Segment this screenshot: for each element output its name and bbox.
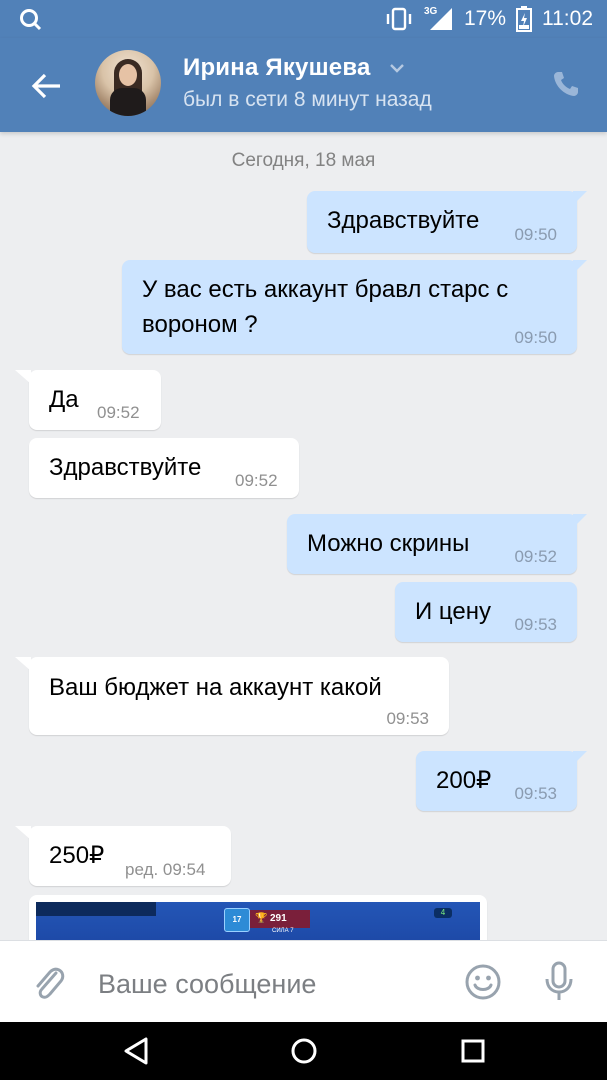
gem-count: 4 bbox=[434, 908, 452, 918]
system-navigation-bar bbox=[0, 1022, 607, 1080]
paperclip-icon[interactable] bbox=[30, 963, 66, 1003]
trophy-count: 🏆 291 bbox=[250, 910, 310, 928]
message-time: 09:53 bbox=[514, 615, 557, 634]
status-bar: 3G 17% 11:02 bbox=[0, 0, 607, 38]
message-text: И цену bbox=[415, 598, 491, 625]
message-text: Здравствуйте bbox=[49, 454, 202, 481]
message-outgoing[interactable]: Можно скрины 09:52 bbox=[287, 514, 587, 574]
trophy-value: 291 bbox=[270, 913, 287, 924]
vibrate-icon bbox=[386, 7, 412, 31]
message-text: Здравствуйте bbox=[327, 207, 480, 234]
power-label: СИЛА 7 bbox=[272, 928, 294, 934]
microphone-icon[interactable] bbox=[544, 961, 574, 1003]
message-text: 250₽ bbox=[49, 842, 105, 869]
nav-recents-icon[interactable] bbox=[456, 1034, 490, 1068]
search-icon bbox=[20, 9, 42, 31]
message-time: 09:50 bbox=[514, 225, 557, 244]
message-incoming[interactable]: 250₽ ред. 09:54 bbox=[15, 826, 231, 886]
avatar[interactable] bbox=[95, 50, 161, 116]
message-input[interactable] bbox=[96, 963, 440, 1005]
message-incoming[interactable]: Здравствуйте 09:52 bbox=[29, 438, 299, 498]
message-outgoing[interactable]: И цену 09:53 bbox=[395, 582, 577, 642]
message-edited-time: ред. 09:54 bbox=[125, 860, 206, 879]
message-incoming[interactable]: Ваш бюджет на аккаунт какой 09:53 bbox=[15, 657, 449, 735]
message-time: 09:53 bbox=[386, 709, 429, 728]
chat-header: Ирина Якушева был в сети 8 минут назад bbox=[0, 38, 607, 132]
image-attachment[interactable]: 17 🏆 291 СИЛА 7 4 bbox=[29, 895, 487, 940]
contact-name[interactable]: Ирина Якушева bbox=[183, 54, 371, 82]
game-screenshot[interactable]: 17 🏆 291 СИЛА 7 4 bbox=[36, 902, 480, 940]
level-badge: 17 bbox=[224, 908, 250, 932]
date-separator: Сегодня, 18 мая bbox=[231, 150, 376, 171]
message-time: 09:50 bbox=[514, 328, 557, 347]
back-arrow-icon[interactable] bbox=[28, 68, 64, 104]
battery-percent: 17% bbox=[463, 7, 506, 30]
contact-last-seen: был в сети 8 минут назад bbox=[183, 88, 432, 111]
message-outgoing[interactable]: У вас есть аккаунт бравл старс с вороном… bbox=[122, 260, 587, 354]
message-incoming[interactable]: Да 09:52 bbox=[15, 370, 161, 430]
message-text: 200₽ bbox=[436, 767, 492, 794]
message-outgoing[interactable]: Здравствуйте 09:50 bbox=[307, 191, 587, 253]
message-text: Да bbox=[49, 386, 79, 413]
nav-home-icon[interactable] bbox=[287, 1034, 321, 1068]
message-outgoing[interactable]: 200₽ 09:53 bbox=[416, 751, 587, 811]
message-text: Ваш бюджет на аккаунт какой bbox=[49, 674, 382, 701]
battery-icon bbox=[516, 6, 532, 32]
phone-icon[interactable] bbox=[551, 69, 581, 99]
message-composer bbox=[0, 940, 607, 1023]
message-time: 09:52 bbox=[514, 547, 557, 566]
nav-back-icon[interactable] bbox=[120, 1034, 154, 1068]
message-time: 09:52 bbox=[97, 403, 140, 422]
clock: 11:02 bbox=[542, 7, 593, 30]
emoji-icon[interactable] bbox=[464, 963, 502, 1001]
signal-icon: 3G bbox=[424, 6, 454, 32]
message-list[interactable]: Сегодня, 18 мая Здравствуйте 09:50 У вас… bbox=[0, 132, 607, 940]
message-time: 09:53 bbox=[514, 784, 557, 803]
chevron-down-icon[interactable] bbox=[389, 62, 405, 74]
message-text: Можно скрины bbox=[307, 530, 470, 557]
message-text-line-1: У вас есть аккаунт бравл старс с bbox=[142, 276, 509, 303]
message-text-line-2: вороном ? bbox=[142, 311, 258, 338]
message-time: 09:52 bbox=[235, 471, 278, 490]
trophy-icon: 🏆 bbox=[255, 913, 268, 924]
